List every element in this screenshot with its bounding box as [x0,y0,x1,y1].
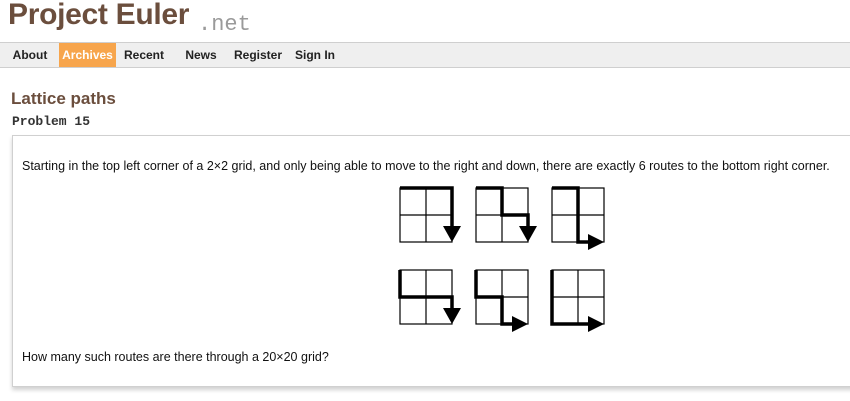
problem-question-text: How many such routes are there through a… [22,350,329,364]
route-diagram-4 [398,269,461,325]
route-diagram-6 [550,269,605,332]
route-diagram-2 [475,186,537,243]
route-diagram-3 [551,186,605,250]
route-diagram-5 [474,269,529,332]
lattice-routes-figure [398,186,605,332]
route-diagram-1 [399,186,461,243]
